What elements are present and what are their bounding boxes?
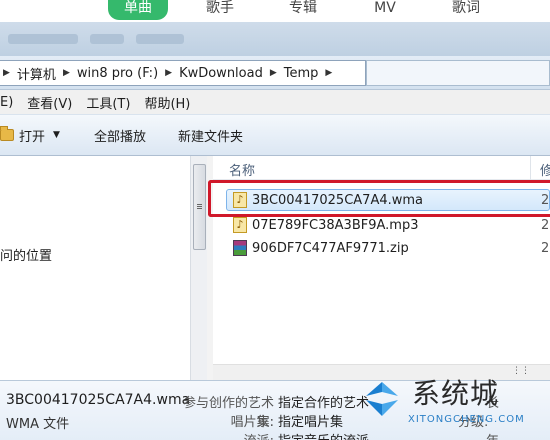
- red-highlight-annotation: [208, 180, 550, 217]
- window-title-bar: [0, 22, 550, 56]
- blurred-title-text: [8, 34, 78, 44]
- folder-open-icon: [0, 126, 14, 141]
- tab-lyrics[interactable]: 歌词: [446, 0, 486, 20]
- tab-mv[interactable]: MV: [368, 0, 402, 20]
- column-header-name[interactable]: 名称: [229, 160, 255, 179]
- chevron-right-icon[interactable]: ▶: [0, 68, 13, 78]
- menu-bar: E) 查看(V) 工具(T) 帮助(H): [0, 90, 550, 114]
- column-divider[interactable]: [530, 156, 531, 180]
- chevron-right-icon[interactable]: ▶: [60, 68, 73, 78]
- breadcrumb-computer[interactable]: 计算机: [13, 64, 60, 83]
- play-all-button[interactable]: 全部播放: [84, 126, 156, 145]
- watermark-url: XITONGCHENG.COM: [408, 414, 525, 425]
- open-button[interactable]: 打开 ▼: [0, 126, 70, 145]
- chevron-right-icon[interactable]: ▶: [267, 68, 280, 78]
- scrollbar-thumb[interactable]: [193, 164, 206, 250]
- watermark-logo-icon: [366, 382, 398, 416]
- navigation-pane: 问的位置: [0, 156, 190, 380]
- details-file-type: WMA 文件: [6, 417, 70, 432]
- site-watermark: 系统城 XITONGCHENG.COM: [350, 372, 550, 440]
- zip-archive-icon: [233, 240, 247, 256]
- file-row[interactable]: 906DF7C477AF9771.zip 2: [213, 237, 550, 259]
- new-folder-button[interactable]: 新建文件夹: [168, 126, 253, 145]
- tab-artists[interactable]: 歌手: [200, 0, 240, 20]
- navigation-scrollbar[interactable]: [190, 156, 207, 380]
- search-box[interactable]: [366, 60, 550, 86]
- chevron-right-icon[interactable]: ▶: [322, 68, 335, 78]
- file-row[interactable]: ♪ 07E789FC38A3BF9A.mp3 2: [213, 214, 550, 236]
- details-label-album: 唱片集:: [230, 415, 274, 430]
- column-header-row: 名称 修: [213, 156, 550, 180]
- file-date: 2: [541, 217, 550, 233]
- menu-view[interactable]: 查看(V): [20, 93, 79, 112]
- address-bar[interactable]: ▶ 计算机 ▶ win8 pro (F:) ▶ KwDownload ▶ Tem…: [0, 60, 366, 86]
- grip-line: [197, 204, 202, 205]
- tab-single-songs[interactable]: 单曲: [108, 0, 168, 20]
- command-bar: 打开 ▼ 全部播放 新建文件夹: [0, 114, 550, 156]
- music-file-icon: ♪: [233, 217, 247, 233]
- open-label: 打开: [19, 129, 46, 145]
- details-label-genre: 流派:: [170, 430, 274, 440]
- file-name: 906DF7C477AF9771.zip: [252, 240, 409, 256]
- grip-line: [197, 208, 202, 209]
- column-header-modified[interactable]: 修: [540, 160, 550, 179]
- breadcrumb-kwdownload[interactable]: KwDownload: [175, 66, 267, 81]
- music-app-tab-strip: 单曲 歌手 专辑 MV 歌词: [0, 0, 550, 22]
- chevron-right-icon[interactable]: ▶: [162, 68, 175, 78]
- breadcrumb-drive[interactable]: win8 pro (F:): [73, 66, 162, 81]
- blurred-title-text: [136, 34, 184, 44]
- menu-tools[interactable]: 工具(T): [79, 93, 137, 112]
- blurred-title-text: [90, 34, 124, 44]
- file-date: 2: [541, 240, 550, 256]
- chevron-down-icon[interactable]: ▼: [53, 130, 60, 140]
- address-bar-row: ▶ 计算机 ▶ win8 pro (F:) ▶ KwDownload ▶ Tem…: [0, 56, 550, 90]
- watermark-text: 系统城: [412, 377, 500, 410]
- file-name: 07E789FC38A3BF9A.mp3: [252, 217, 419, 233]
- tab-albums[interactable]: 专辑: [283, 0, 323, 20]
- nav-item-recent-places[interactable]: 问的位置: [0, 245, 52, 264]
- breadcrumb-temp[interactable]: Temp: [280, 66, 323, 81]
- menu-edit[interactable]: E): [0, 95, 20, 110]
- grip-line: [197, 206, 202, 207]
- details-file-name: 3BC00417025CA7A4.wma: [6, 392, 191, 408]
- details-value-album[interactable]: 指定唱片集: [278, 411, 343, 430]
- menu-help[interactable]: 帮助(H): [137, 93, 197, 112]
